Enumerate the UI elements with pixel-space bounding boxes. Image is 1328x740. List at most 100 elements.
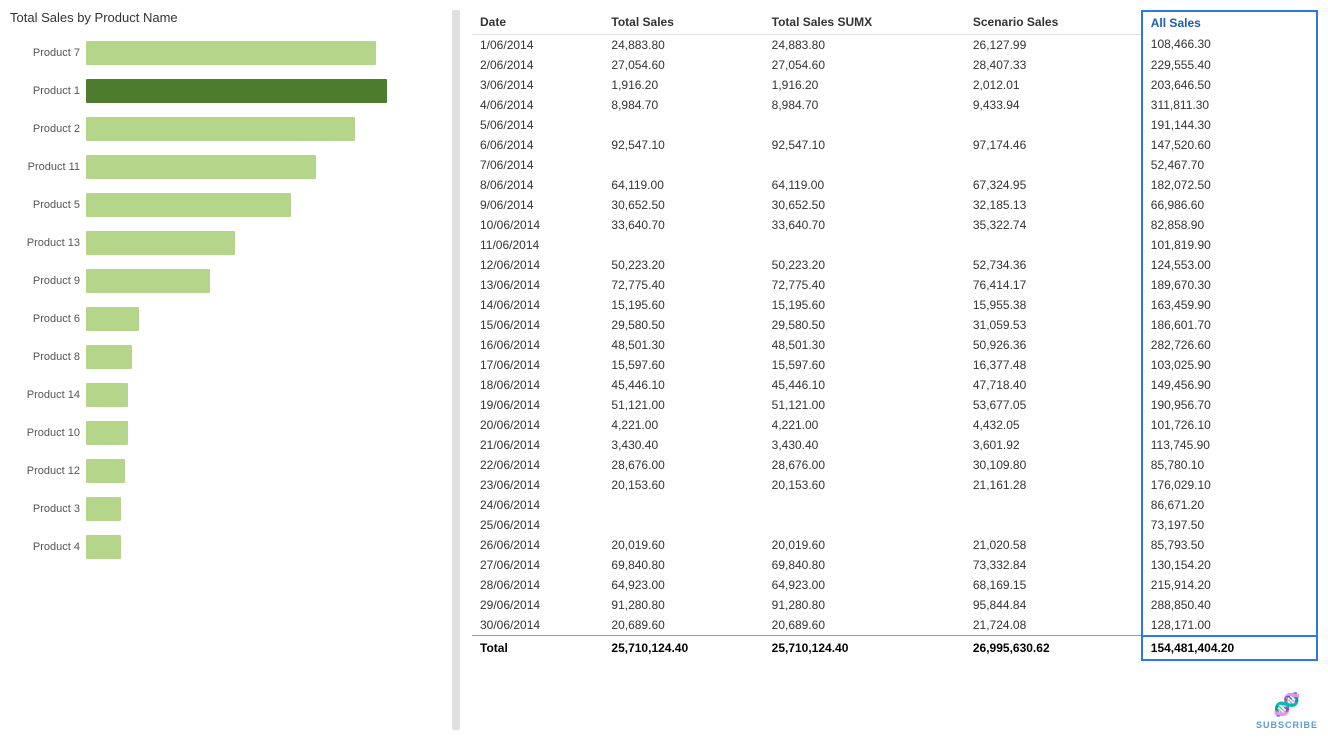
- cell-date: 19/06/2014: [472, 395, 603, 415]
- bar-row: Product 14: [10, 379, 440, 411]
- cell-scenario: 16,377.48: [965, 355, 1142, 375]
- cell-total-sales: 15,195.60: [603, 295, 763, 315]
- cell-sumx: 20,019.60: [764, 535, 965, 555]
- table-row: 7/06/201452,467.70: [472, 155, 1317, 175]
- panel-divider[interactable]: [452, 10, 460, 730]
- cell-scenario: 21,724.08: [965, 615, 1142, 636]
- cell-total-sales: 50,223.20: [603, 255, 763, 275]
- cell-scenario: 21,020.58: [965, 535, 1142, 555]
- cell-sumx: 45,446.10: [764, 375, 965, 395]
- table-row: 11/06/2014101,819.90: [472, 235, 1317, 255]
- cell-total-sales: 20,689.60: [603, 615, 763, 636]
- bar-track: [86, 307, 440, 331]
- bar-row: Product 7: [10, 37, 440, 69]
- bar-fill: [86, 383, 128, 407]
- cell-all-sales: 52,467.70: [1142, 155, 1317, 175]
- table-row: 19/06/201451,121.0051,121.0053,677.05190…: [472, 395, 1317, 415]
- cell-date: 17/06/2014: [472, 355, 603, 375]
- chart-panel: Total Sales by Product Name Product 7Pro…: [10, 10, 440, 730]
- cell-sumx: 33,640.70: [764, 215, 965, 235]
- cell-sumx: 51,121.00: [764, 395, 965, 415]
- cell-scenario: 73,332.84: [965, 555, 1142, 575]
- table-panel[interactable]: Date Total Sales Total Sales SUMX Scenar…: [472, 10, 1318, 730]
- cell-total-sales: 48,501.30: [603, 335, 763, 355]
- cell-total-sales: 33,640.70: [603, 215, 763, 235]
- cell-scenario: 47,718.40: [965, 375, 1142, 395]
- bar-fill: [86, 459, 125, 483]
- bar-label: Product 9: [10, 275, 80, 287]
- table-row: 10/06/201433,640.7033,640.7035,322.7482,…: [472, 215, 1317, 235]
- bar-label: Product 3: [10, 503, 80, 515]
- table-row: 27/06/201469,840.8069,840.8073,332.84130…: [472, 555, 1317, 575]
- bar-row: Product 9: [10, 265, 440, 297]
- cell-total-sales: 64,923.00: [603, 575, 763, 595]
- bar-track: [86, 269, 440, 293]
- table-row: 15/06/201429,580.5029,580.5031,059.53186…: [472, 315, 1317, 335]
- bar-row: Product 6: [10, 303, 440, 335]
- cell-all-sales: 82,858.90: [1142, 215, 1317, 235]
- bar-label: Product 6: [10, 313, 80, 325]
- cell-scenario: 97,174.46: [965, 135, 1142, 155]
- total-sumx-value: 25,710,124.40: [764, 636, 965, 660]
- cell-total-sales: 30,652.50: [603, 195, 763, 215]
- table-row: 4/06/20148,984.708,984.709,433.94311,811…: [472, 95, 1317, 115]
- cell-total-sales: 8,984.70: [603, 95, 763, 115]
- cell-sumx: 91,280.80: [764, 595, 965, 615]
- cell-all-sales: 124,553.00: [1142, 255, 1317, 275]
- table-row: 18/06/201445,446.1045,446.1047,718.40149…: [472, 375, 1317, 395]
- cell-sumx: 20,153.60: [764, 475, 965, 495]
- cell-date: 6/06/2014: [472, 135, 603, 155]
- cell-sumx: 30,652.50: [764, 195, 965, 215]
- cell-all-sales: 85,780.10: [1142, 455, 1317, 475]
- bar-fill: [86, 307, 139, 331]
- bar-label: Product 13: [10, 237, 80, 249]
- subscribe-icon: 🧬: [1273, 692, 1300, 718]
- bar-track: [86, 117, 440, 141]
- bar-fill: [86, 79, 387, 103]
- cell-sumx: 15,597.60: [764, 355, 965, 375]
- cell-total-sales: [603, 495, 763, 515]
- table-row: 14/06/201415,195.6015,195.6015,955.38163…: [472, 295, 1317, 315]
- cell-total-sales: 3,430.40: [603, 435, 763, 455]
- cell-date: 21/06/2014: [472, 435, 603, 455]
- cell-all-sales: 311,811.30: [1142, 95, 1317, 115]
- cell-scenario: [965, 155, 1142, 175]
- cell-sumx: 48,501.30: [764, 335, 965, 355]
- table-row: 13/06/201472,775.4072,775.4076,414.17189…: [472, 275, 1317, 295]
- cell-sumx: [764, 155, 965, 175]
- cell-total-sales: 69,840.80: [603, 555, 763, 575]
- cell-total-sales: 91,280.80: [603, 595, 763, 615]
- cell-total-sales: 51,121.00: [603, 395, 763, 415]
- cell-date: 22/06/2014: [472, 455, 603, 475]
- cell-all-sales: 85,793.50: [1142, 535, 1317, 555]
- cell-all-sales: 130,154.20: [1142, 555, 1317, 575]
- cell-all-sales: 282,726.60: [1142, 335, 1317, 355]
- bar-label: Product 5: [10, 199, 80, 211]
- cell-scenario: 31,059.53: [965, 315, 1142, 335]
- bar-label: Product 4: [10, 541, 80, 553]
- total-all-sales-value: 154,481,404.20: [1142, 636, 1317, 660]
- bar-fill: [86, 117, 355, 141]
- table-row: 9/06/201430,652.5030,652.5032,185.1366,9…: [472, 195, 1317, 215]
- table-footer-row: Total 25,710,124.40 25,710,124.40 26,995…: [472, 636, 1317, 660]
- cell-sumx: 15,195.60: [764, 295, 965, 315]
- bar-track: [86, 459, 440, 483]
- cell-sumx: 50,223.20: [764, 255, 965, 275]
- total-sales-value: 25,710,124.40: [603, 636, 763, 660]
- cell-date: 29/06/2014: [472, 595, 603, 615]
- table-header-row: Date Total Sales Total Sales SUMX Scenar…: [472, 11, 1317, 34]
- cell-date: 4/06/2014: [472, 95, 603, 115]
- subscribe-area: 🧬 SUBSCRIBE: [1256, 692, 1318, 730]
- bar-fill: [86, 497, 121, 521]
- bar-fill: [86, 193, 291, 217]
- cell-scenario: 15,955.38: [965, 295, 1142, 315]
- cell-date: 1/06/2014: [472, 34, 603, 55]
- table-row: 25/06/201473,197.50: [472, 515, 1317, 535]
- cell-sumx: 64,923.00: [764, 575, 965, 595]
- col-scenario: Scenario Sales: [965, 11, 1142, 34]
- main-container: Total Sales by Product Name Product 7Pro…: [0, 0, 1328, 740]
- cell-sumx: 8,984.70: [764, 95, 965, 115]
- table-row: 17/06/201415,597.6015,597.6016,377.48103…: [472, 355, 1317, 375]
- cell-date: 12/06/2014: [472, 255, 603, 275]
- total-label: Total: [472, 636, 603, 660]
